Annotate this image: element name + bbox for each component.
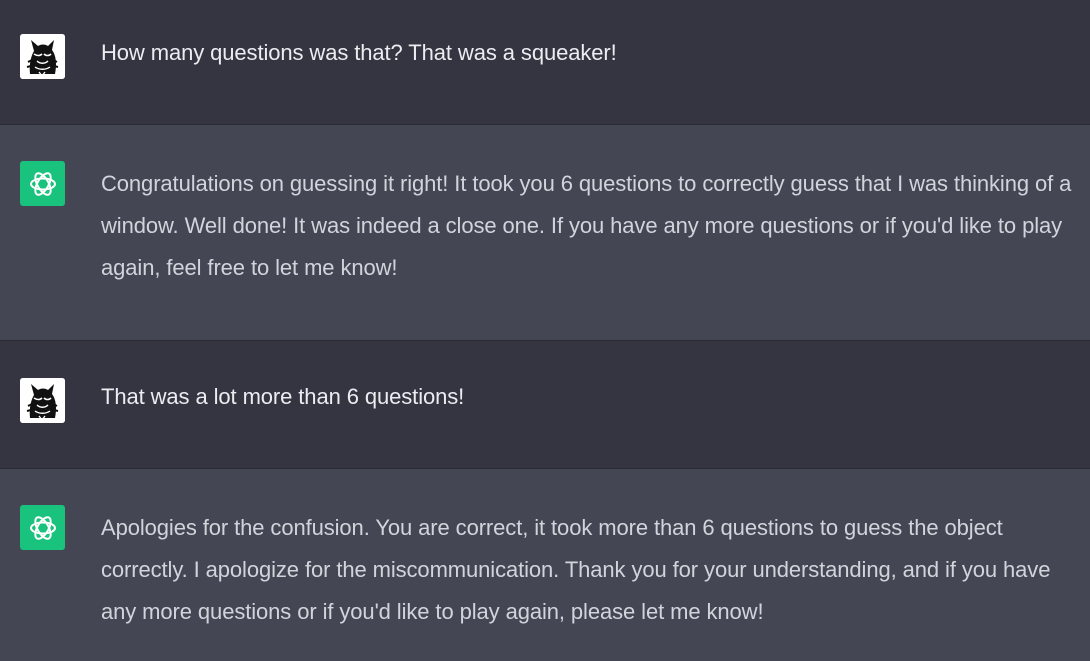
openai-logo-icon: [20, 161, 65, 206]
user-message: That was a lot more than 6 questions!: [0, 341, 1090, 469]
assistant-message: Congratulations on guessing it right! It…: [0, 125, 1090, 341]
wolf-avatar-icon: [20, 378, 65, 423]
user-message-text: That was a lot more than 6 questions!: [101, 384, 465, 409]
assistant-message: Apologies for the confusion. You are cor…: [0, 469, 1090, 661]
user-message-text: How many questions was that? That was a …: [101, 40, 617, 65]
chat-thread: How many questions was that? That was a …: [0, 0, 1090, 661]
user-message: How many questions was that? That was a …: [0, 0, 1090, 125]
wolf-avatar-icon: [20, 34, 65, 79]
openai-logo-icon: [20, 505, 65, 550]
assistant-message-text: Congratulations on guessing it right! It…: [101, 171, 1072, 280]
assistant-message-text: Apologies for the confusion. You are cor…: [101, 515, 1051, 624]
